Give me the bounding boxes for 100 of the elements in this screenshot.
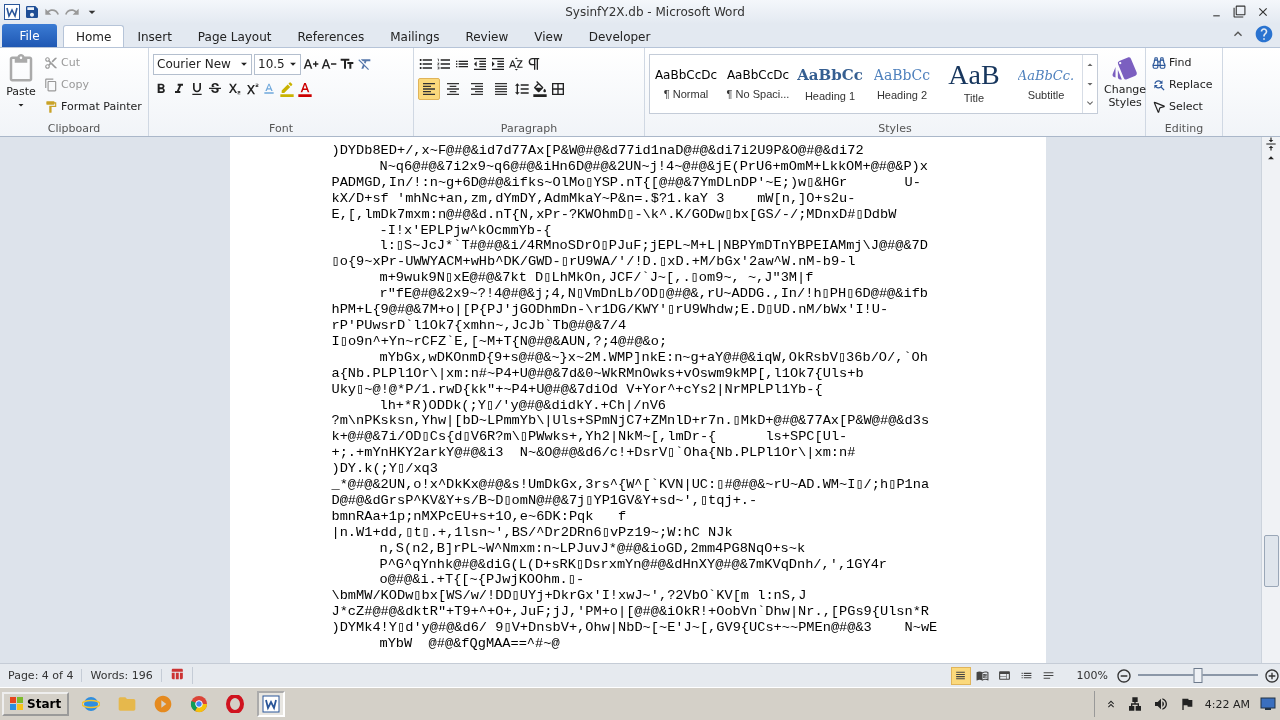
replace-button[interactable]: Replace [1150,74,1215,95]
align-icon [469,81,485,97]
paste-button[interactable]: Paste [4,52,38,121]
sort-icon[interactable] [508,56,524,72]
file-tab[interactable]: File [2,24,57,47]
font-name-field[interactable]: Courier New [153,53,252,75]
style-preview: AaBbCcDc [726,68,790,82]
font-color-icon[interactable] [297,81,313,97]
paintbrush-icon [44,99,58,114]
style-preview: AaB [948,64,1000,86]
ribbon-tab[interactable]: Home [63,25,125,47]
style-label: Heading 2 [876,89,928,101]
shading-icon[interactable] [532,81,548,97]
grow-font-icon[interactable] [303,56,319,72]
style-label: ¶ Normal [663,88,709,100]
zoom-in-icon[interactable] [1264,667,1280,684]
copy-icon [44,77,58,92]
text-line: P^G^qYnhk@#@&diG(L(D+sRK▯DsrxmYn@#@&dHnXY@#@&7mKVqDnh/,',1GY4r [378,556,889,573]
text-line: +;.+mYnHKY2arkY@#@&i3 N~&O@#@&d6/c!+DsrV▯`Oha{Nb.PLPl1Or\|xm:n# [331,445,857,462]
windows-logo-icon [10,697,24,711]
text-line: ▯o{9~xPr-UWWYACM+wHb^DK/GWD-▯rU9WA/'/!D.▯xD.+M/bGx'2aw^W.nM-b9-l [331,254,857,271]
pilcrow-icon[interactable] [526,56,542,72]
browser-icon [190,695,209,713]
network-icon[interactable] [1126,696,1143,712]
style-item[interactable]: AaBbCc Heading 2 [866,55,938,113]
increase-indent-icon[interactable] [490,56,506,72]
zoom-percent[interactable]: 100% [1060,669,1114,682]
ribbon-tab[interactable]: Review [452,25,522,47]
ribbon-tab[interactable]: Mailings [377,25,453,47]
bullets-icon[interactable] [418,56,434,72]
align-button[interactable] [418,78,440,100]
pointer-icon [1152,99,1166,114]
proofing-icon[interactable] [169,667,184,681]
style-item[interactable]: AaBbCcDc ¶ No Spaci... [722,55,794,113]
text-line: D@#@&dGrsP^KV&Y+s/B~D▯omN@#@&7j▯YP1GV&Y+sd~',▯tqj+.- [331,492,759,509]
find-button[interactable]: Find [1150,52,1215,73]
word-count: Words: 196 [82,669,162,682]
text-line: mYbW @#@&fQgMAA==^#~@ [378,636,561,652]
show-desktop-icon[interactable] [1260,697,1276,711]
text-line: rP'PUwsrD`l1Ok7{xmhn~,JcJb`Tb@#@&7/4 [331,317,628,334]
ruler-toggle-icon[interactable] [1264,137,1278,151]
text-line: E,[,lmDk7mxm:n@#@&d.nT{N,xPr-?KWOhmD▯-\k^.K/GODw▯bx[GS/-/;MDnxD#▯DdbW [331,206,898,223]
restore-icon[interactable] [1233,5,1246,18]
style-item[interactable]: AaB Title [938,55,1010,113]
ribbon-tab[interactable]: Developer [575,25,664,47]
ribbon-tab[interactable]: View [521,25,576,47]
font-size-field[interactable]: 10.5 [254,53,301,75]
borders-icon[interactable] [550,81,566,97]
start-button[interactable]: Start [2,692,70,716]
group-label: Styles [877,121,913,136]
ring-icon [226,695,245,713]
ribbon-tab[interactable]: Insert [124,25,185,47]
style-item[interactable]: AaBbCcDc ¶ Normal [650,55,722,113]
text-line: N~q6@#@&7i2x9~q6@#@&iHn6D@#@&2UN~j!4~@#@&jE(PrU6+mOmM+LkkOM+@#@&P)x [378,158,929,175]
line-spacing-icon[interactable] [514,81,530,97]
underline-icon[interactable] [189,81,205,97]
style-preview: AaBbCc [797,66,863,84]
binoculars-icon [1152,55,1166,70]
style-label: Heading 1 [804,90,856,102]
text-line: n,S(n2,B]rPL~W^Nmxm:n~LPJuvJ*@#@&ioGD,2mm4PG8NqO+s~k [378,540,807,557]
text-line: m+9wuk9N▯xE@#@&7kt D▯LhMkOn,JCF/`J~[,.▯om9~, ~,J"3M|f [378,270,815,287]
close-icon[interactable] [1256,5,1270,19]
zoom-thumb[interactable] [1193,668,1203,683]
text-line: I▯o9n^+Yn~rCFZ`E,[~M+T{N@#@&AUN,?;4@#@&o; [331,333,669,350]
format-painter-button[interactable]: Format Painter [42,96,144,117]
help-icon[interactable] [1254,24,1274,44]
speaker-icon[interactable] [1152,696,1169,712]
style-label: Title [963,92,985,104]
view-button[interactable] [950,666,971,685]
align-icon [445,81,461,97]
ribbon-tab[interactable]: References [284,25,378,47]
shrink-font-icon[interactable] [321,56,337,72]
change-case-icon[interactable] [339,56,355,72]
decrease-indent-icon[interactable] [472,56,488,72]
group-label: Paragraph [499,121,559,136]
text-line: o@#@&i.+T{[~{PJwjKOOhm.▯- [378,572,586,589]
app-logo-icon [4,4,20,20]
zoom-out-icon[interactable] [1116,667,1132,684]
play-icon [153,694,174,714]
text-line: hPM+L{9@#@&7M+o|[P{PJ'jGODhmDn-\r1DG/KWY'▯rU9Whdw;E.D▯UD.nM/bWx'I!U- [331,302,890,318]
change-styles-button[interactable]: Change Styles [1102,52,1149,121]
taskbar-app[interactable] [257,691,286,717]
text-line: )DYMk4!Y▯d'y@#@&d6/ 9▯V+DnsbV+,Ohw|NbD~[~E'J~[,GV9{UCs+~~PMEn@#@&3 N~wE [331,620,939,637]
text-line: )DY.k(;Y▯/xq3 [331,461,439,478]
clear-formatting-icon[interactable] [357,56,373,72]
numbering-icon[interactable] [436,56,452,72]
text-line: -I!x'EPLPjw^kOcmmYb-{ [378,222,553,239]
style-label: Subtitle [1027,88,1065,101]
scroll-thumb[interactable] [1263,535,1279,587]
text-line: PADMGD,In/!:n~g+6D@#@&ifks~OlMo▯YSP.nT{[@#@&7YmDLnDP'~E;)w▯&HGr U- [331,174,922,191]
align-icon [421,81,437,97]
scissors-icon [44,55,58,70]
globe-icon [82,695,101,713]
ribbon-tab[interactable]: Page Layout [184,25,285,47]
folder-icon [117,694,138,714]
page-count: Page: 4 of 4 [0,669,83,682]
save-icon[interactable] [24,4,40,20]
style-item[interactable]: AaBbCc Heading 1 [794,55,866,113]
select-button[interactable]: Select [1150,96,1215,117]
group-label: Font [268,121,294,136]
